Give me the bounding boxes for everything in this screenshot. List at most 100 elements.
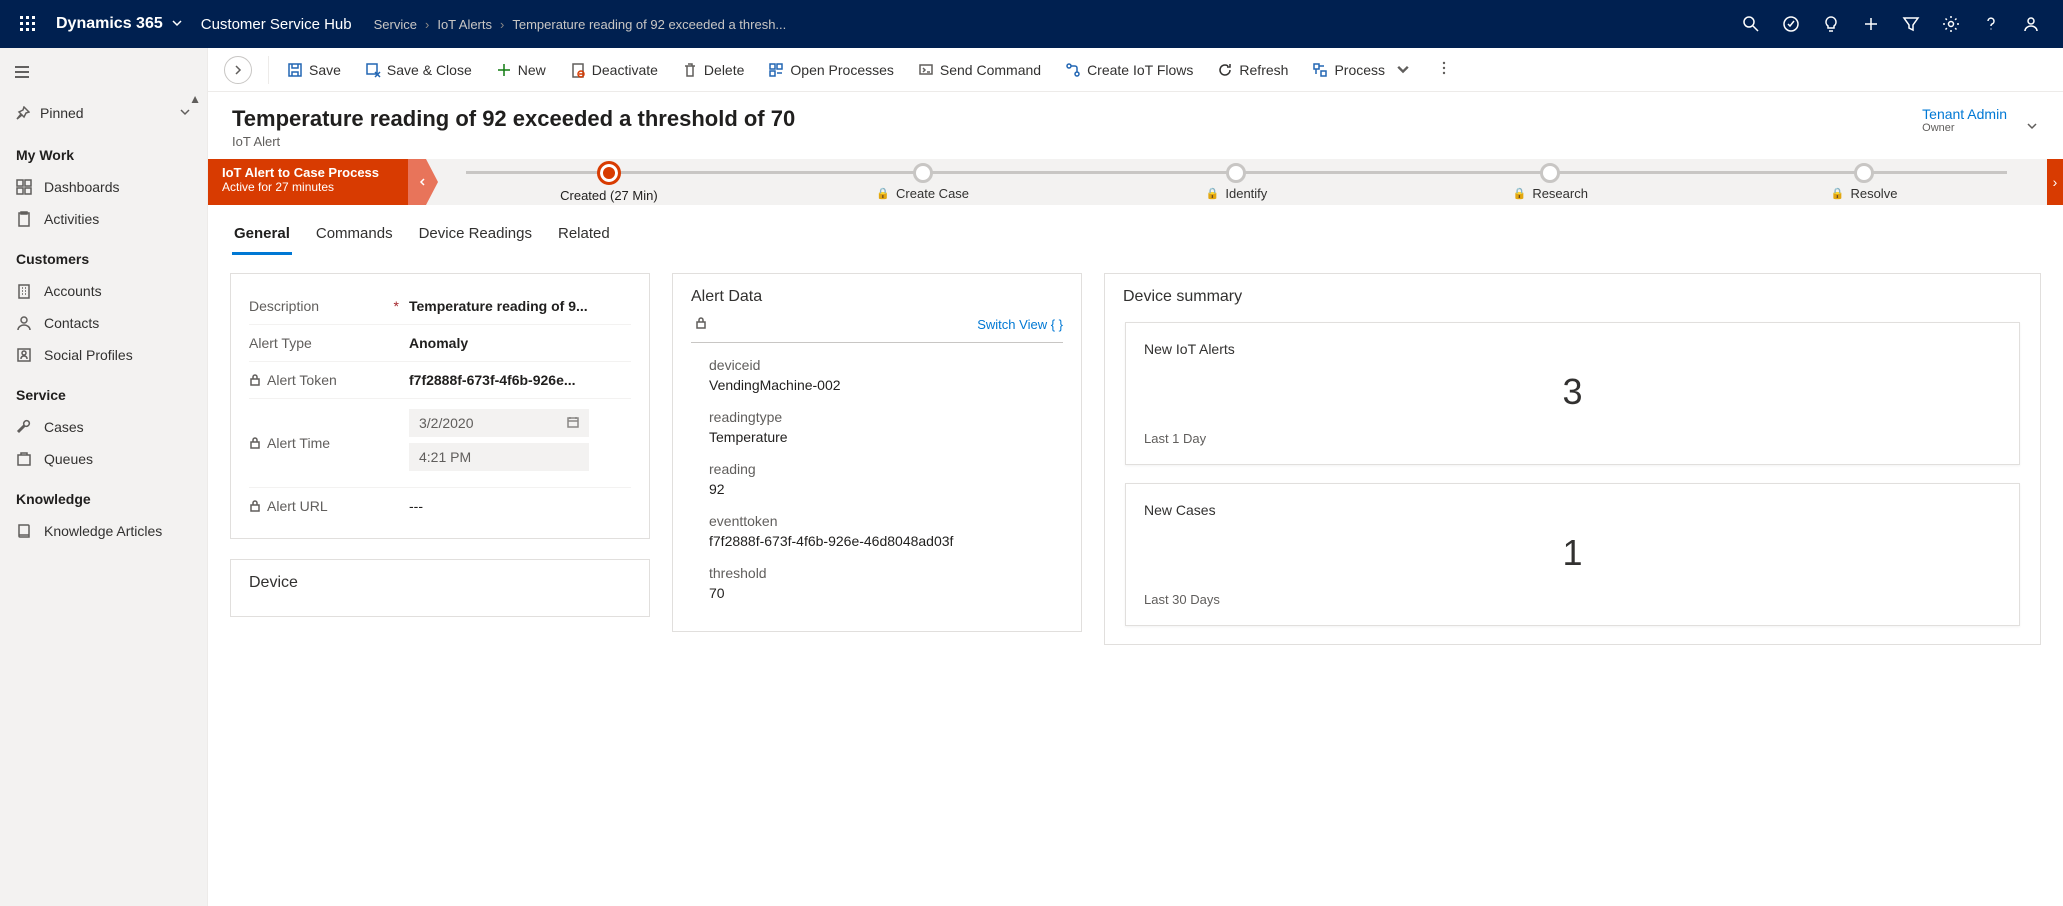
open-processes-button[interactable]: Open Processes [758,56,904,84]
required-marker: * [394,298,399,314]
tab-bar: General Commands Device Readings Related [208,205,2063,255]
sidebar-item-label: Contacts [44,315,99,331]
more-button[interactable] [1425,55,1463,84]
waffle-icon[interactable] [12,8,44,40]
filter-icon[interactable] [1891,0,1931,48]
sidebar-item-label: Activities [44,211,99,227]
sidebar-item-label: Queues [44,451,93,467]
time-box: 4:21 PM [409,443,589,471]
process-button[interactable]: Process [1302,56,1421,84]
sidebar-item-label: Knowledge Articles [44,523,162,539]
chevron-down-icon[interactable] [179,105,191,121]
sidebar-item-accounts[interactable]: Accounts [0,275,207,307]
cmd-label: Open Processes [790,62,894,78]
bulb-icon[interactable] [1811,0,1851,48]
clipboard-icon [16,211,32,227]
top-nav: Dynamics 365 Customer Service Hub Servic… [0,0,2063,48]
brand-chevron-icon[interactable] [171,16,183,32]
date-box: 3/2/2020 [409,409,589,437]
sidebar-item-cases[interactable]: Cases [0,411,207,443]
brand-label[interactable]: Dynamics 365 [56,15,163,33]
sidebar-item-queues[interactable]: Queues [0,443,207,475]
refresh-button[interactable]: Refresh [1207,56,1298,84]
pinned-row[interactable]: Pinned [0,95,207,131]
cmd-label: Process [1334,62,1385,78]
owner-field[interactable]: Tenant Admin Owner [1922,106,2007,134]
sidebar-item-label: Dashboards [44,179,120,195]
breadcrumb-item[interactable]: Temperature reading of 92 exceeded a thr… [512,17,786,32]
tile-sub: Last 30 Days [1144,592,2001,607]
command-bar: Save Save & Close New Deactivate Delete … [208,48,2063,92]
tab-commands[interactable]: Commands [314,219,395,255]
kv-key: threshold [709,565,1063,581]
stage-research[interactable]: 🔒Research [1393,163,1707,201]
search-icon[interactable] [1731,0,1771,48]
app-name[interactable]: Customer Service Hub [201,16,352,33]
delete-button[interactable]: Delete [672,56,754,84]
deactivate-button[interactable]: Deactivate [560,56,668,84]
stage-identify[interactable]: 🔒Identify [1080,163,1394,201]
date-text: 3/2/2020 [419,415,474,431]
col-alert-data: Alert Data Switch View { } deviceidVendi… [672,273,1082,888]
help-icon[interactable] [1971,0,2011,48]
add-icon[interactable] [1851,0,1891,48]
header-chevron-icon[interactable] [2025,119,2039,136]
switch-view-link[interactable]: Switch View { } [977,317,1063,332]
content-area: Description * Temperature reading of 9...… [208,255,2063,906]
field-label: Alert URL [267,498,328,514]
field-label: Description [249,298,319,314]
task-icon[interactable] [1771,0,1811,48]
sidebar-item-knowledge[interactable]: Knowledge Articles [0,515,207,547]
owner-label: Owner [1922,122,2007,134]
back-button[interactable] [224,56,252,84]
collapse-caret-icon[interactable]: ▲ [189,92,201,106]
cmd-label: Deactivate [592,62,658,78]
settings-icon[interactable] [1931,0,1971,48]
lock-icon: 🔒 [1513,187,1527,200]
sidebar-item-label: Social Profiles [44,347,133,363]
user-icon[interactable] [2011,0,2051,48]
description-value[interactable]: Temperature reading of 9... [409,298,631,314]
cmd-label: Refresh [1239,62,1288,78]
process-name[interactable]: IoT Alert to Case Process Active for 27 … [208,159,426,205]
sidebar-item-contacts[interactable]: Contacts [0,307,207,339]
tab-related[interactable]: Related [556,219,612,255]
col-device-summary: Device summary New IoT Alerts 3 Last 1 D… [1104,273,2041,888]
queue-icon [16,451,32,467]
breadcrumb-item[interactable]: Service [374,17,417,32]
save-close-button[interactable]: Save & Close [355,56,482,84]
summary-tile-alerts[interactable]: New IoT Alerts 3 Last 1 Day [1125,322,2020,465]
stage-created[interactable]: Created (27 Min) [452,161,766,203]
sidebar-item-label: Accounts [44,283,102,299]
breadcrumb-item[interactable]: IoT Alerts [437,17,492,32]
hamburger-icon[interactable] [0,52,207,95]
sidebar-group-service: Service [0,371,207,411]
save-button[interactable]: Save [277,56,351,84]
separator [268,56,269,84]
summary-tile-cases[interactable]: New Cases 1 Last 30 Days [1125,483,2020,626]
process-next-icon[interactable]: › [2047,159,2063,205]
create-iot-flows-button[interactable]: Create IoT Flows [1055,56,1203,84]
process-status: Active for 27 minutes [222,180,412,194]
tab-device-readings[interactable]: Device Readings [417,219,534,255]
pin-icon [16,106,30,120]
sidebar-item-activities[interactable]: Activities [0,203,207,235]
field-label: Alert Time [267,435,330,451]
tab-general[interactable]: General [232,219,292,255]
kv-value: VendingMachine-002 [709,377,1063,393]
sidebar-item-dashboards[interactable]: Dashboards [0,171,207,203]
new-button[interactable]: New [486,56,556,84]
alert-type-value[interactable]: Anomaly [409,335,631,351]
badge-icon [16,347,32,363]
send-command-button[interactable]: Send Command [908,56,1051,84]
lock-icon: 🔒 [876,187,890,200]
process-title: IoT Alert to Case Process [222,165,412,180]
lock-icon [249,500,261,512]
stage-label: Created (27 Min) [560,188,658,203]
stage-resolve[interactable]: 🔒Resolve [1707,163,2021,201]
tile-title: New Cases [1144,502,2001,518]
stage-create-case[interactable]: 🔒Create Case [766,163,1080,201]
lock-icon [249,374,261,386]
kv-value: f7f2888f-673f-4f6b-926e-46d8048ad03f [709,533,1063,549]
sidebar-item-social[interactable]: Social Profiles [0,339,207,371]
